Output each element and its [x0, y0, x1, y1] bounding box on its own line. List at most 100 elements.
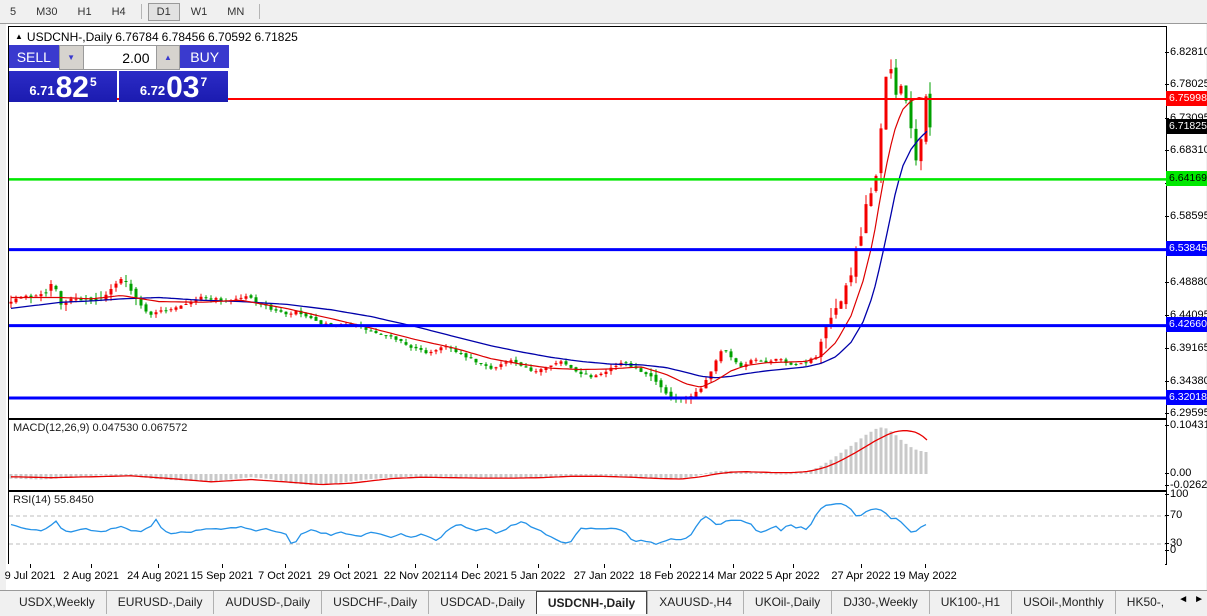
timeframe-d1[interactable]: D1 [147, 2, 180, 21]
trading-platform-window: { "toolbar": {"groups": [["5","M30","H1"… [0, 0, 1207, 616]
ohlc-open: 6.76784 [115, 30, 159, 44]
date-label: 19 May 2022 [893, 570, 957, 582]
date-label: 5 Apr 2022 [766, 570, 820, 582]
timeframe-h4[interactable]: H4 [103, 3, 135, 21]
timeframe-m30[interactable]: M30 [27, 3, 66, 21]
chart-tab-xauusd-h4[interactable]: XAUUSD-,H4 [647, 591, 743, 614]
date-label: 14 Mar 2022 [702, 570, 764, 582]
ohlc-close: 6.71825 [254, 30, 298, 44]
buy-price-display[interactable]: 6.72 03 7 [119, 71, 228, 104]
rsi-axis-tick: 70 [1164, 509, 1183, 521]
one-click-trade-panel: SELL ▼ ▲ BUY 6.71 82 5 6.72 03 7 [9, 45, 229, 104]
price-level-plate: 6.42660 [1166, 317, 1207, 333]
macd-axis-tick: 0.104313 [1165, 418, 1207, 432]
timeframe-w1[interactable]: W1 [182, 3, 217, 21]
chart-tab-audusd-daily[interactable]: AUDUSD-,Daily [213, 591, 321, 614]
chart-tab-eurusd-daily[interactable]: EURUSD-,Daily [105, 591, 214, 614]
ohlc-low: 6.70592 [208, 30, 252, 44]
date-tick-mark [415, 564, 416, 568]
date-label: 15 Sep 2021 [190, 570, 254, 582]
date-label: 22 Nov 2021 [383, 570, 447, 582]
timeframe-5[interactable]: 5 [1, 3, 25, 21]
price-level-plate: 6.71825 [1166, 118, 1207, 134]
date-tick-mark [91, 564, 92, 568]
date-tick-mark [477, 564, 478, 568]
tab-scroll-left-icon[interactable]: ◄ [1178, 594, 1188, 605]
sell-price-display[interactable]: 6.71 82 5 [9, 71, 117, 104]
sell-price-prefix: 6.71 [29, 83, 55, 98]
price-tick: 6.68310 [1165, 143, 1207, 157]
timeframe-mn[interactable]: MN [218, 3, 253, 21]
main-chart-pane[interactable]: ▲ USDCNH-,Daily 6.76784 6.78456 6.70592 6.718… [8, 26, 1167, 419]
buy-button[interactable]: BUY [180, 45, 229, 70]
tab-scroll-right-icon[interactable]: ► [1194, 594, 1204, 605]
date-label: 27 Jan 2022 [573, 570, 635, 582]
macd-indicator-pane[interactable]: MACD(12,26,9) 0.047530 0.067572 [8, 419, 1167, 491]
chart-tab-dj30-weekly[interactable]: DJ30-,Weekly [831, 591, 928, 614]
sell-price-pips: 82 [55, 71, 89, 104]
date-tick-mark [793, 564, 794, 568]
date-tick-mark [925, 564, 926, 568]
rsi-label: RSI(14) 55.8450 [13, 494, 94, 506]
date-label: 27 Apr 2022 [831, 570, 891, 582]
price-level-plate: 6.64169 [1166, 170, 1207, 186]
timeframe-toolbar: 5 M30 H1 H4 D1 W1 MN [0, 0, 1207, 24]
rsi-axis-tick: 0 [1164, 544, 1177, 556]
chart-tab-usoil-monthly[interactable]: USOil-,Monthly [1011, 591, 1115, 614]
chart-tab-usdchf-daily[interactable]: USDCHF-,Daily [321, 591, 428, 614]
price-tick: 6.34380 [1165, 374, 1207, 388]
volume-increase-button[interactable]: ▲ [155, 45, 181, 70]
chart-tab-hk50[interactable]: HK50-, [1114, 591, 1175, 614]
chart-tab-ukoil-daily[interactable]: UKOil-,Daily [742, 591, 831, 614]
date-tick-mark [604, 564, 605, 568]
chart-tab-uk100-h1[interactable]: UK100-,H1 [928, 591, 1011, 614]
ohlc-high: 6.78456 [161, 30, 206, 44]
sell-button[interactable]: SELL [9, 45, 59, 70]
date-label: 24 Aug 2021 [127, 570, 189, 582]
date-label: 18 Feb 2022 [639, 570, 701, 582]
buy-price-pips: 03 [166, 71, 200, 104]
price-tick: 6.78025 [1165, 77, 1207, 91]
price-level-plate: 6.75998 [1166, 90, 1207, 106]
date-label: 7 Oct 2021 [258, 570, 312, 582]
timeframe-h1[interactable]: H1 [69, 3, 101, 21]
date-tick-mark [733, 564, 734, 568]
tab-scroll-buttons: ◄ ► [1178, 594, 1204, 605]
date-tick-mark [538, 564, 539, 568]
date-tick-mark [285, 564, 286, 568]
rsi-axis-tick: 100 [1164, 488, 1189, 500]
price-level-plate: 6.32018 [1166, 389, 1207, 405]
symbol-label: USDCNH-,Daily [26, 30, 113, 44]
toolbar-separator [140, 4, 142, 19]
date-label: 2 Aug 2021 [63, 570, 119, 582]
volume-input[interactable] [83, 45, 156, 70]
chart-tab-usdx-weekly[interactable]: USDX,Weekly [8, 591, 106, 614]
date-tick-mark [30, 564, 31, 568]
price-tick: 6.39165 [1165, 341, 1207, 355]
chart-title: ▲ USDCNH-,Daily 6.76784 6.78456 6.70592 6.718… [15, 30, 301, 44]
chart-tab-usdcad-daily[interactable]: USDCAD-,Daily [428, 591, 536, 614]
rsi-value: 55.8450 [53, 494, 94, 506]
date-tick-mark [861, 564, 862, 568]
chart-tab-usdcnh-daily[interactable]: USDCNH-,Daily [535, 591, 648, 614]
time-axis[interactable]: 9 Jul 2021 2 Aug 2021 24 Aug 2021 15 Sep 20… [4, 564, 1165, 588]
chart-tabs: USDX,Weekly EURUSD-,Daily AUDUSD-,Daily USD… [0, 590, 1207, 614]
collapse-arrow-icon[interactable]: ▲ [15, 32, 23, 41]
rsi-indicator-pane[interactable]: RSI(14) 55.8450 [8, 491, 1167, 565]
price-level-plate: 6.53845 [1166, 241, 1207, 257]
volume-decrease-button[interactable]: ▼ [58, 45, 84, 70]
price-tick: 6.48880 [1165, 275, 1207, 289]
date-label: 5 Jan 2022 [510, 570, 566, 582]
date-label: 29 Oct 2021 [318, 570, 378, 582]
price-tick: 6.58595 [1165, 209, 1207, 223]
price-tick: 6.82810 [1165, 45, 1207, 59]
date-tick-mark [348, 564, 349, 568]
date-label: 9 Jul 2021 [4, 570, 56, 582]
date-label: 14 Dec 2021 [445, 570, 509, 582]
macd-label: MACD(12,26,9) 0.047530 0.067572 [13, 422, 188, 434]
buy-price-point: 7 [200, 75, 208, 89]
date-tick-mark [158, 564, 159, 568]
toolbar-separator [259, 4, 261, 19]
sell-price-point: 5 [90, 75, 97, 89]
rsi-chart [9, 503, 1166, 546]
